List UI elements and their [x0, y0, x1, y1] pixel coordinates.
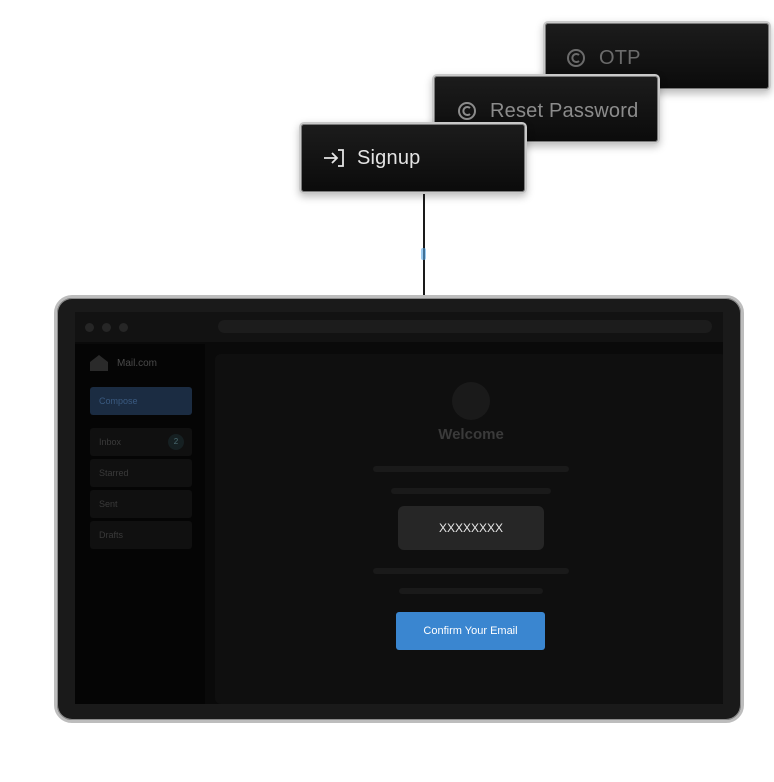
text-placeholder-line: [373, 568, 569, 574]
app-screen: Mail.com Compose Inbox 2 Starred Sent Dr…: [75, 312, 723, 704]
text-placeholder-line: [373, 466, 569, 472]
sign-in-arrow-icon: [321, 145, 347, 171]
step-card-signup[interactable]: Signup: [299, 122, 527, 194]
text-placeholder-line: [391, 488, 551, 494]
window-titlebar: [75, 312, 723, 342]
step-label-otp: OTP: [599, 46, 641, 69]
unread-count-badge: 2: [168, 434, 184, 450]
window-minimize-dot[interactable]: [102, 323, 111, 332]
welcome-heading: Welcome: [438, 426, 504, 443]
refresh-c-icon: [563, 45, 589, 71]
sidebar-item-label: Drafts: [99, 530, 124, 540]
text-placeholder-line: [399, 588, 543, 594]
connector-marker: [421, 248, 426, 260]
brand: Mail.com: [89, 354, 157, 372]
address-bar[interactable]: [218, 320, 712, 333]
refresh-c-icon: [454, 98, 480, 124]
sidebar-item-sent[interactable]: Sent: [90, 490, 192, 518]
sidebar-item-label: Sent: [99, 499, 118, 509]
connector-line: [423, 194, 425, 298]
window-close-dot[interactable]: [85, 323, 94, 332]
brand-name: Mail.com: [117, 357, 158, 369]
main-panel: Welcome XXXXXXXX Confirm Your Email: [215, 354, 723, 704]
sidebar-item-label: Starred: [99, 468, 129, 478]
step-label-signup: Signup: [357, 146, 421, 169]
sidebar: Mail.com Compose Inbox 2 Starred Sent Dr…: [75, 344, 205, 704]
sidebar-item-label: Inbox: [99, 437, 122, 447]
compose-button[interactable]: Compose: [90, 387, 192, 415]
window-maximize-dot[interactable]: [119, 323, 128, 332]
confirm-email-button[interactable]: Confirm Your Email: [396, 612, 545, 650]
avatar: [452, 382, 490, 420]
device-frame: Mail.com Compose Inbox 2 Starred Sent Dr…: [54, 295, 744, 723]
house-icon: [89, 354, 109, 372]
sidebar-item-inbox[interactable]: Inbox 2: [90, 428, 192, 456]
step-label-reset-password: Reset Password: [490, 99, 639, 122]
verification-code-field[interactable]: XXXXXXXX: [398, 506, 544, 550]
sidebar-item-starred[interactable]: Starred: [90, 459, 192, 487]
sidebar-item-drafts[interactable]: Drafts: [90, 521, 192, 549]
